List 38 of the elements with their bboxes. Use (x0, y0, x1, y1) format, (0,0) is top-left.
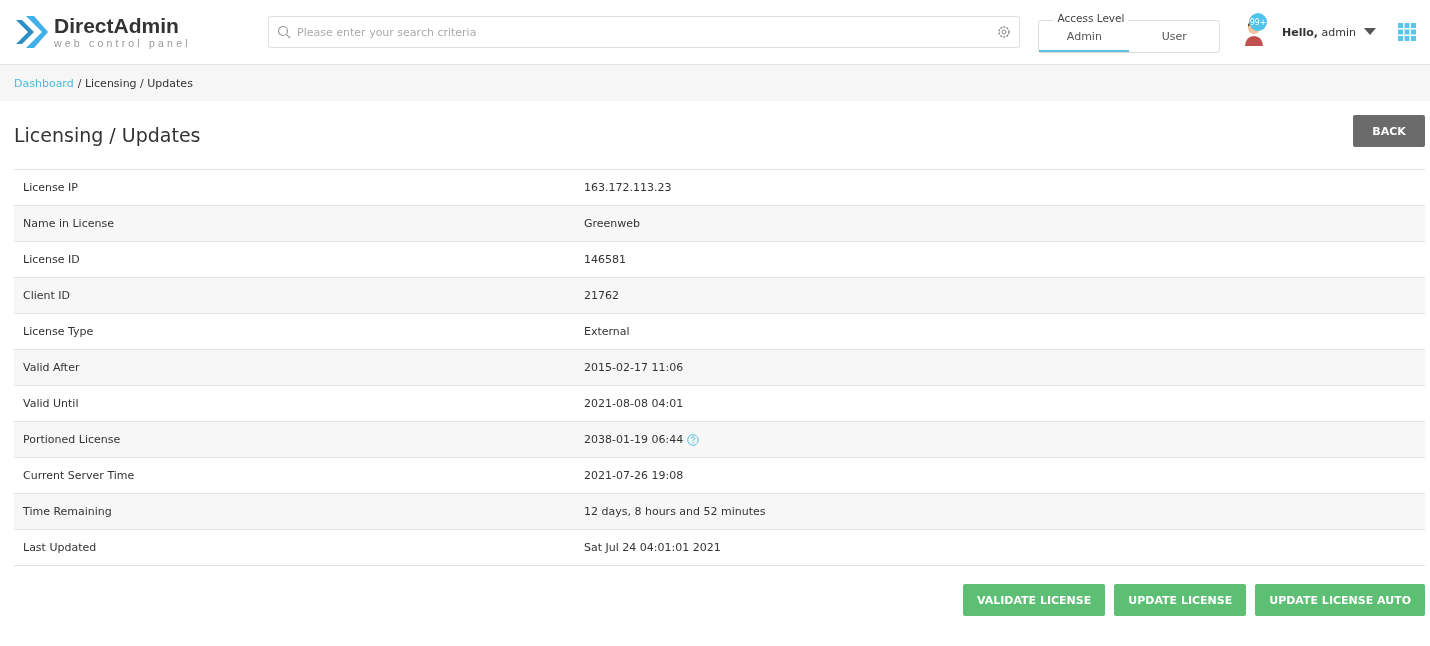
row-value: 2015-02-17 11:06 (584, 361, 684, 374)
row-value: Greenweb (584, 217, 641, 230)
row-value: 2038-01-19 06:44 (584, 433, 684, 446)
row-value: External (584, 325, 630, 338)
row-label: License ID (23, 253, 81, 266)
row-value: 2021-07-26 19:08 (584, 469, 684, 482)
caret-icon[interactable] (1364, 28, 1376, 36)
access-level-label: Access Level (1053, 11, 1129, 24)
row-label: Name in License (23, 217, 115, 230)
back-button[interactable]: BACK (1353, 115, 1425, 147)
row-label: Time Remaining (23, 505, 113, 518)
row-value: 163.172.113.23 (584, 181, 672, 194)
row-value: Sat Jul 24 04:01:01 2021 (584, 541, 721, 554)
row-label: Last Updated (23, 541, 98, 554)
logo-icon (14, 14, 48, 50)
logo-name: DirectAdmin (54, 15, 180, 37)
row-label: Portioned License (23, 433, 122, 446)
page-title: Licensing / Updates (14, 124, 201, 146)
row-label: Valid Until (23, 397, 80, 410)
row-label: Client ID (23, 289, 72, 302)
row-label: Valid After (23, 361, 81, 374)
access-level-tab[interactable]: User (1129, 20, 1220, 52)
help-icon[interactable] (687, 433, 700, 446)
row-value: 146581 (584, 253, 626, 266)
settings-icon[interactable] (997, 25, 1012, 39)
search-icon (277, 25, 292, 39)
row-label: License Type (23, 325, 95, 338)
apps-grid-icon[interactable] (1398, 23, 1416, 41)
search-field[interactable]: Please enter your search criteria (268, 16, 1021, 48)
notification-badge: 99+ (1249, 13, 1268, 31)
row-label: License IP (23, 181, 79, 194)
logo-tagline: web control panel (54, 37, 191, 49)
breadcrumb-current: / Licensing / Updates (77, 76, 193, 90)
row-value: 12 days, 8 hours and 52 minutes (584, 505, 766, 518)
row-label: Current Server Time (23, 469, 136, 482)
row-value: 21762 (584, 289, 619, 302)
user-greeting[interactable]: Hello, admin (1282, 25, 1356, 39)
row-value: 2021-08-08 04:01 (584, 397, 684, 410)
